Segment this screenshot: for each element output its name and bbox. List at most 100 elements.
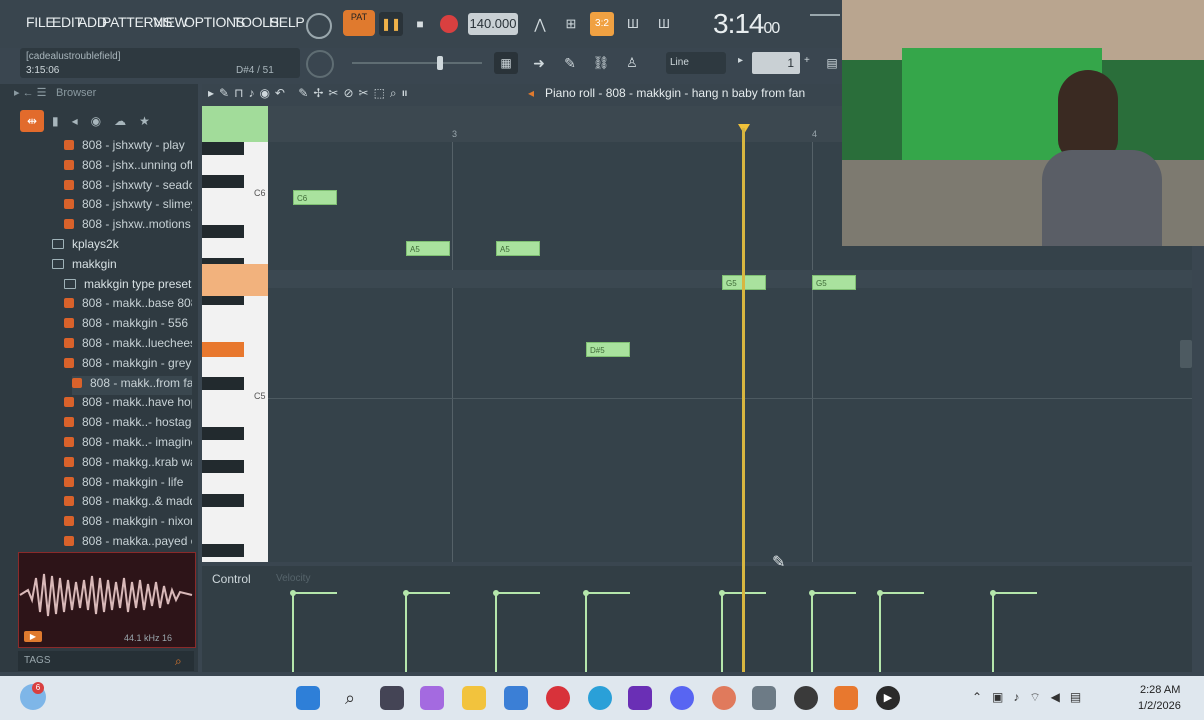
velocity-bar[interactable] bbox=[585, 593, 587, 672]
tempo-display[interactable]: 140.000 bbox=[468, 13, 518, 35]
record-button[interactable] bbox=[440, 15, 458, 33]
browser-file[interactable]: 808 - makk..luecheese bbox=[64, 336, 192, 355]
black-key[interactable] bbox=[202, 377, 244, 390]
browser-file[interactable]: 808 - jshxwty - play bbox=[64, 138, 192, 157]
playlist-icon[interactable]: ▤ bbox=[822, 52, 842, 74]
browser-file[interactable]: 808 - makkgin - life bbox=[64, 475, 192, 494]
pencil-icon[interactable]: ✎ bbox=[558, 52, 582, 74]
menu-help[interactable]: HELP bbox=[269, 14, 305, 30]
snap-select[interactable]: Line bbox=[666, 52, 726, 74]
velocity-bar[interactable] bbox=[405, 593, 407, 672]
keyboard-icon[interactable]: ▦ bbox=[494, 52, 518, 74]
browser-filter-icons[interactable]: ▮◂◉☁★ bbox=[52, 110, 192, 132]
browser-file[interactable]: 808 - jshxw..motions 2 bbox=[64, 217, 192, 236]
browser-file[interactable]: 808 - jshx..unning off bbox=[64, 158, 192, 177]
browser-folder[interactable]: kplays2k bbox=[52, 237, 192, 256]
note-a5[interactable]: A5 bbox=[496, 241, 540, 256]
velocity-bar[interactable] bbox=[811, 593, 813, 672]
system-tray-icons[interactable]: ⌃▣♪⌔◀▤ bbox=[972, 690, 1091, 705]
pitch-knob[interactable] bbox=[306, 50, 334, 78]
black-key[interactable] bbox=[202, 494, 244, 507]
browser-file[interactable]: 808 - makk..- hostage bbox=[64, 415, 192, 434]
clock-date[interactable]: 1/2/2026 bbox=[1138, 700, 1181, 712]
browser-file[interactable]: 808 - makk..have hope bbox=[64, 395, 192, 414]
wait-input-icon[interactable]: ⊞ bbox=[558, 12, 584, 36]
edge-icon[interactable] bbox=[588, 686, 612, 710]
black-key[interactable] bbox=[202, 142, 244, 155]
camera-icon[interactable] bbox=[752, 686, 776, 710]
stamp-icon[interactable]: ♙ bbox=[620, 52, 644, 74]
browser-file[interactable]: 808 - makkg..& maddie bbox=[64, 494, 192, 513]
discord-icon[interactable] bbox=[670, 686, 694, 710]
browser-file[interactable]: 808 - makkgin - grey bbox=[64, 356, 192, 375]
clipchamp-icon[interactable] bbox=[628, 686, 652, 710]
slider-handle[interactable] bbox=[437, 56, 443, 70]
menu-file[interactable]: FILE bbox=[26, 14, 55, 30]
copilot-icon[interactable] bbox=[420, 686, 444, 710]
browser-file[interactable]: 808 - makkgin - 556 bbox=[64, 316, 192, 335]
note-g5[interactable]: G5 bbox=[812, 275, 856, 290]
fl-studio-icon[interactable] bbox=[834, 686, 858, 710]
browser-file[interactable]: 808 - jshxwty - seadog bbox=[64, 178, 192, 197]
song-position-display[interactable]: 3:1400 bbox=[713, 8, 780, 40]
pause-button[interactable]: ❚❚ bbox=[379, 12, 403, 36]
arrow-right-icon[interactable]: ➜ bbox=[527, 52, 551, 74]
browser-folder[interactable]: makkgin bbox=[52, 257, 192, 276]
pat-song-toggle[interactable]: PAT bbox=[343, 10, 375, 36]
browser-all-icon[interactable]: ⇹ bbox=[20, 110, 44, 132]
obs-icon[interactable] bbox=[794, 686, 818, 710]
loop-record-icon[interactable]: Ш bbox=[652, 12, 676, 36]
master-volume-knob[interactable] bbox=[306, 13, 332, 39]
start-icon[interactable] bbox=[296, 686, 320, 710]
browser-file[interactable]: 808 - makka..payed off bbox=[64, 534, 192, 553]
velocity-bar[interactable] bbox=[879, 593, 881, 672]
app-icon[interactable] bbox=[504, 686, 528, 710]
piano-roll-arrow-icon[interactable]: ◂ bbox=[528, 86, 534, 100]
piano-roll-tools[interactable]: ▸✎⊓♪◉↶ ✎✢✂⊘✂⬚⌕⏸ bbox=[208, 86, 413, 101]
ghost-notes-toggle[interactable] bbox=[202, 106, 268, 142]
menu-view[interactable]: VIEW bbox=[153, 14, 188, 30]
browser-file[interactable]: 808 - makkg..krab walk bbox=[64, 455, 192, 474]
black-key-highlight[interactable] bbox=[202, 342, 244, 357]
step-display[interactable]: 1 bbox=[752, 52, 800, 74]
media-player-icon[interactable]: ▶ bbox=[876, 686, 900, 710]
taskbar-search-icon[interactable]: ⌕ bbox=[338, 686, 362, 710]
vertical-scrollbar[interactable] bbox=[1180, 340, 1192, 368]
browser-nav-icons[interactable]: ▸ ← ☰ bbox=[14, 86, 47, 99]
step-prev-icon[interactable]: ▸ bbox=[738, 55, 743, 66]
control-target[interactable]: Velocity bbox=[276, 573, 310, 584]
browser-folder[interactable]: makkgin type presets bbox=[64, 277, 192, 296]
metronome-icon[interactable]: ⋀ bbox=[528, 12, 552, 36]
browser-file[interactable]: 808 - makkgin - nixon bbox=[64, 514, 192, 533]
opera-icon[interactable] bbox=[546, 686, 570, 710]
stop-button[interactable]: ■ bbox=[408, 12, 432, 36]
search-icon[interactable]: ⌕ bbox=[175, 654, 182, 669]
countdown-icon[interactable]: 3:2 bbox=[590, 12, 614, 36]
note-c6[interactable]: C6 bbox=[293, 190, 337, 205]
browser-file[interactable]: 808 - makk..from fan bbox=[72, 375, 192, 395]
black-key[interactable] bbox=[202, 460, 244, 473]
black-key[interactable] bbox=[202, 544, 244, 557]
master-pitch-slider[interactable] bbox=[352, 62, 482, 64]
browser-file[interactable]: 808 - makk..- imagine bbox=[64, 435, 192, 454]
highlighted-key[interactable] bbox=[202, 264, 268, 296]
browser-file[interactable]: 808 - makk..base 808) bbox=[64, 296, 192, 315]
velocity-bar[interactable] bbox=[992, 593, 994, 672]
step-edit-icon[interactable]: Ш bbox=[621, 12, 645, 36]
task-view-icon[interactable] bbox=[380, 686, 404, 710]
black-key[interactable] bbox=[202, 225, 244, 238]
note-a5[interactable]: A5 bbox=[406, 241, 450, 256]
velocity-bar[interactable] bbox=[292, 593, 294, 672]
black-key[interactable] bbox=[202, 175, 244, 188]
black-key[interactable] bbox=[202, 427, 244, 440]
piano-keyboard[interactable]: C6 C5 bbox=[202, 142, 268, 562]
note-ds5[interactable]: D#5 bbox=[586, 342, 630, 357]
clock-time[interactable]: 2:28 AM bbox=[1140, 684, 1180, 696]
step-next-icon[interactable]: + bbox=[804, 55, 810, 66]
play-preview-icon[interactable]: ▶ bbox=[24, 631, 42, 642]
velocity-bar[interactable] bbox=[495, 593, 497, 672]
link-icon[interactable]: ⛓ bbox=[589, 52, 613, 74]
browser-file[interactable]: 808 - jshxwty - slimey bbox=[64, 197, 192, 216]
file-explorer-icon[interactable] bbox=[462, 686, 486, 710]
app-icon-2[interactable] bbox=[712, 686, 736, 710]
